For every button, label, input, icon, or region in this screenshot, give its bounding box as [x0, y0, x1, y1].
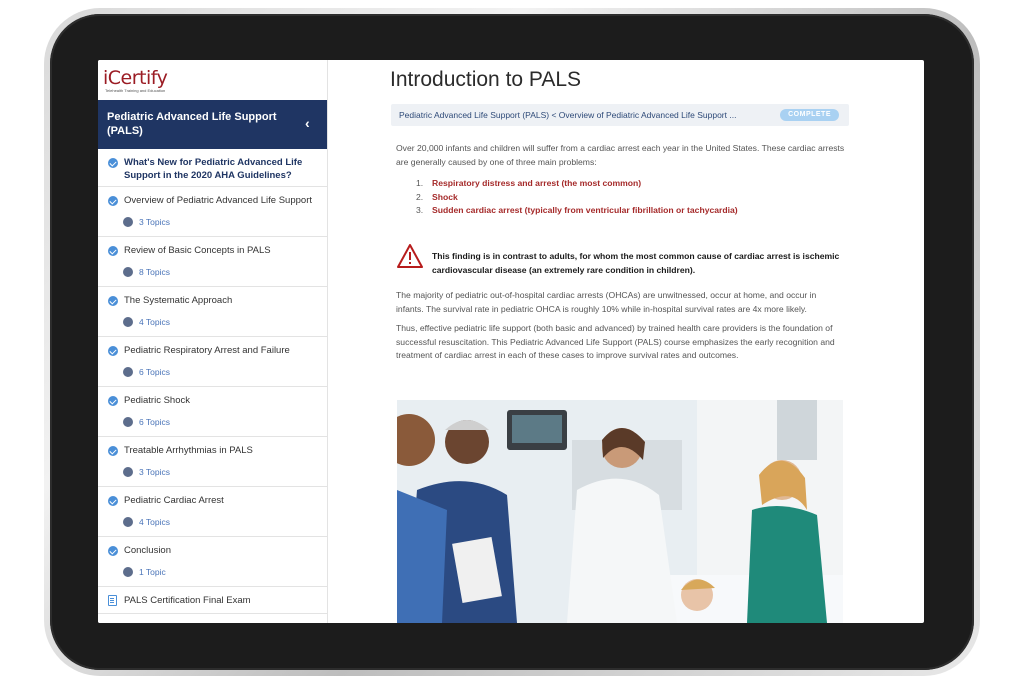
lesson-label: Pediatric Cardiac Arrest [124, 495, 224, 506]
check-circle-icon [108, 246, 118, 256]
exam-item[interactable]: PALS Certification Final Exam [98, 587, 327, 614]
lesson-content: Introduction to PALS Pediatric Advanced … [328, 60, 924, 623]
warning-callout: This finding is in contrast to adults, f… [396, 240, 846, 280]
lesson-item[interactable]: The Systematic Approach 4 Topics [98, 287, 327, 337]
lesson-label: Overview of Pediatric Advanced Life Supp… [124, 195, 312, 206]
topics-dot-icon [123, 217, 133, 227]
causes-list: 1. Respiratory distress and arrest (the m… [416, 177, 846, 218]
chevron-left-icon[interactable]: ‹ [305, 116, 319, 130]
topics-toggle[interactable]: 3 Topics [123, 466, 321, 478]
topics-count: 6 Topics [139, 417, 171, 427]
intro-section: Over 20,000 infants and children will su… [396, 142, 846, 218]
topics-dot-icon [123, 417, 133, 427]
body-paragraph: Thus, effective pediatric life support (… [396, 323, 835, 360]
topics-toggle[interactable]: 4 Topics [123, 516, 321, 528]
logo-tagline: Telehealth Training and Education [105, 88, 166, 93]
topics-toggle[interactable]: 1 Topic [123, 566, 321, 578]
lesson-label: The Systematic Approach [124, 295, 233, 306]
course-sidebar: iCertify Telehealth Training and Educati… [98, 60, 328, 623]
topics-count: 4 Topics [139, 517, 171, 527]
topics-dot-icon [123, 367, 133, 377]
course-title-header: Pediatric Advanced Life Support (PALS) ‹ [98, 100, 327, 149]
quiz-icon [108, 595, 117, 606]
course-title: Pediatric Advanced Life Support (PALS) [107, 111, 277, 137]
hospital-photo [397, 400, 843, 623]
lesson-item[interactable]: Conclusion 1 Topic [98, 537, 327, 587]
lesson-label: Pediatric Shock [124, 395, 191, 406]
lesson-item[interactable]: Pediatric Shock 6 Topics [98, 387, 327, 437]
list-item: 1. Respiratory distress and arrest (the m… [416, 178, 642, 188]
lesson-label: Treatable Arrhythmias in PALS [124, 445, 253, 456]
topics-count: 3 Topics [139, 217, 171, 227]
topics-toggle[interactable]: 8 Topics [123, 266, 321, 278]
topics-count: 1 Topic [139, 567, 166, 577]
check-circle-icon [108, 396, 118, 406]
lesson-item[interactable]: Pediatric Respiratory Arrest and Failure… [98, 337, 327, 387]
status-badge: COMPLETE [780, 109, 839, 121]
lesson-item[interactable]: Review of Basic Concepts in PALS 8 Topic… [98, 237, 327, 287]
lesson-item[interactable]: Treatable Arrhythmias in PALS 3 Topics [98, 437, 327, 487]
screen: iCertify Telehealth Training and Educati… [98, 60, 924, 623]
list-item: 3. Sudden cardiac arrest (typically from … [416, 205, 738, 215]
topics-toggle[interactable]: 6 Topics [123, 416, 321, 428]
exam-label: PALS Certification Final Exam [124, 595, 251, 606]
check-circle-icon [108, 496, 118, 506]
topics-dot-icon [123, 317, 133, 327]
topics-dot-icon [123, 267, 133, 277]
topics-count: 8 Topics [139, 267, 171, 277]
check-circle-icon [108, 546, 118, 556]
topics-count: 3 Topics [139, 467, 171, 477]
lesson-label: What's New for Pediatric Advanced Life S… [124, 157, 303, 181]
lesson-item[interactable]: Overview of Pediatric Advanced Life Supp… [98, 187, 327, 237]
logo[interactable]: iCertify Telehealth Training and Educati… [98, 60, 327, 100]
list-item: 2. Shock [416, 191, 458, 202]
lesson-label: Conclusion [124, 545, 171, 556]
lesson-item[interactable]: What's New for Pediatric Advanced Life S… [98, 149, 327, 187]
body-paragraph: The majority of pediatric out-of-hospita… [396, 290, 817, 314]
check-circle-icon [108, 196, 118, 206]
topics-dot-icon [123, 467, 133, 477]
intro-paragraph: Over 20,000 infants and children will su… [396, 143, 845, 167]
lesson-label: Review of Basic Concepts in PALS [124, 245, 271, 256]
page-title: Introduction to PALS [390, 68, 582, 91]
topics-toggle[interactable]: 3 Topics [123, 216, 321, 228]
topics-toggle[interactable]: 6 Topics [123, 366, 321, 378]
topics-count: 6 Topics [139, 367, 171, 377]
topics-toggle[interactable]: 4 Topics [123, 316, 321, 328]
warning-icon [397, 244, 423, 268]
lesson-item[interactable]: Pediatric Cardiac Arrest 4 Topics [98, 487, 327, 537]
breadcrumb-bar: Pediatric Advanced Life Support (PALS) <… [391, 104, 849, 126]
check-circle-icon [108, 446, 118, 456]
topics-count: 4 Topics [139, 317, 171, 327]
warning-text: This finding is in contrast to adults, f… [432, 251, 840, 275]
body-section: The majority of pediatric out-of-hospita… [396, 289, 846, 369]
lesson-label: Pediatric Respiratory Arrest and Failure [124, 345, 290, 356]
breadcrumb[interactable]: Pediatric Advanced Life Support (PALS) <… [399, 110, 736, 120]
check-circle-icon [108, 346, 118, 356]
check-circle-icon [108, 158, 118, 168]
logo-text: iCertify [103, 67, 168, 89]
check-circle-icon [108, 296, 118, 306]
topics-dot-icon [123, 517, 133, 527]
topics-dot-icon [123, 567, 133, 577]
